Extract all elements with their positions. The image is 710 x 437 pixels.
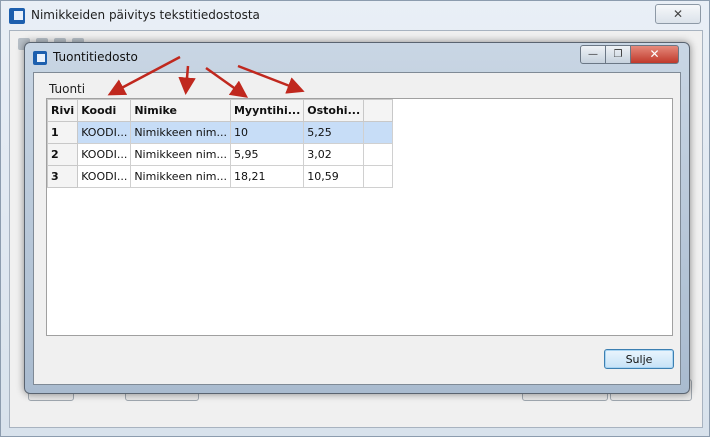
app-icon — [33, 51, 47, 65]
window-close-button[interactable]: ✕ — [655, 4, 701, 24]
column-header-koodi[interactable]: Koodi — [77, 99, 132, 122]
import-file-dialog: Tuontitiedosto — ❐ ✕ Tuonti Rivi Koodi N… — [24, 42, 690, 394]
cell-nimike[interactable]: Nimikkeen nim... — [130, 165, 231, 188]
column-header-myyntihinta[interactable]: Myyntihi... — [229, 99, 305, 122]
window-title: Nimikkeiden päivitys tekstitiedostosta — [31, 8, 260, 22]
cell-ostohinta[interactable]: 5,25 — [303, 121, 365, 144]
app-icon — [9, 8, 25, 24]
dialog-title: Tuontitiedosto — [53, 50, 138, 64]
cell-nimike[interactable]: Nimikkeen nim... — [130, 143, 231, 166]
column-header-rivi[interactable]: Rivi — [46, 99, 79, 122]
cell-empty[interactable] — [363, 121, 394, 144]
minimize-button[interactable]: — — [580, 45, 606, 64]
cell-ostohinta[interactable]: 10,59 — [303, 165, 365, 188]
column-header-ostohinta[interactable]: Ostohi... — [303, 99, 365, 122]
cell-myyntihinta[interactable]: 18,21 — [229, 165, 305, 188]
cell-myyntihinta[interactable]: 5,95 — [229, 143, 305, 166]
cell-ostohinta[interactable]: 3,02 — [303, 143, 365, 166]
section-label: Tuonti — [49, 82, 86, 96]
row-number[interactable]: 1 — [46, 121, 79, 144]
cell-empty[interactable] — [363, 165, 394, 188]
cell-koodi[interactable]: KOODI... — [77, 143, 132, 166]
cell-nimike[interactable]: Nimikkeen nim... — [130, 121, 231, 144]
table-row[interactable]: 3 KOODI... Nimikkeen nim... 18,21 10,59 — [46, 165, 394, 188]
column-header-nimike[interactable]: Nimike — [130, 99, 231, 122]
data-table: Rivi Koodi Nimike Myyntihi... Ostohi... … — [46, 99, 394, 188]
dialog-client: Tuonti Rivi Koodi Nimike Myyntihi... Ost… — [33, 72, 681, 385]
cell-koodi[interactable]: KOODI... — [77, 121, 132, 144]
cell-koodi[interactable]: KOODI... — [77, 165, 132, 188]
cell-myyntihinta[interactable]: 10 — [229, 121, 305, 144]
column-header-empty — [363, 99, 394, 122]
dialog-close-button[interactable]: ✕ — [630, 45, 679, 64]
row-number[interactable]: 2 — [46, 143, 79, 166]
cell-empty[interactable] — [363, 143, 394, 166]
close-button[interactable]: Sulje — [604, 349, 674, 369]
row-number[interactable]: 3 — [46, 165, 79, 188]
import-grid[interactable]: Rivi Koodi Nimike Myyntihi... Ostohi... … — [46, 98, 673, 336]
table-row[interactable]: 2 KOODI... Nimikkeen nim... 5,95 3,02 — [46, 143, 394, 166]
maximize-button[interactable]: ❐ — [605, 45, 631, 64]
table-row[interactable]: 1 KOODI... Nimikkeen nim... 10 5,25 — [46, 121, 394, 144]
header-row: Rivi Koodi Nimike Myyntihi... Ostohi... — [46, 99, 394, 122]
